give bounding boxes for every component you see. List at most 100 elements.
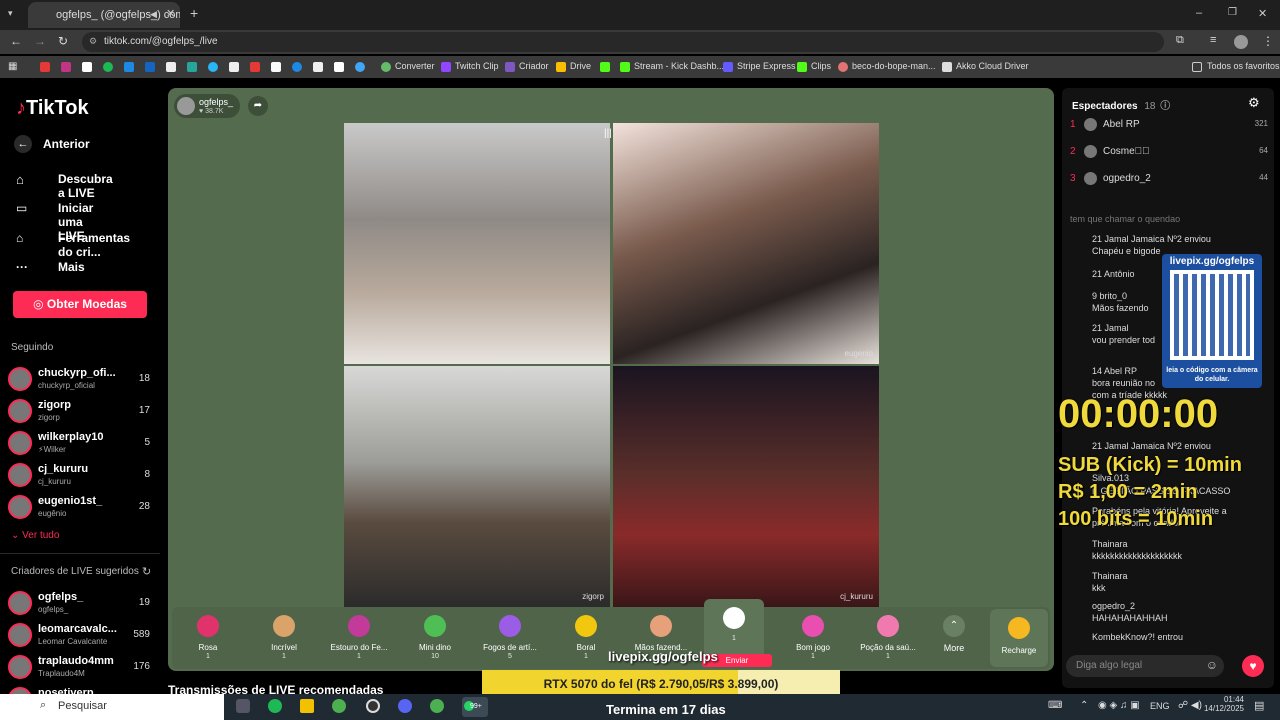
taskbar-search[interactable]: ⌕ Pesquisar	[30, 694, 224, 720]
nav-creator-tools[interactable]: ⌂ Ferramentas do cri...	[16, 231, 130, 259]
language-indicator[interactable]: ENG	[1150, 701, 1170, 711]
notifications-icon[interactable]: ▤	[1254, 699, 1264, 712]
following-item[interactable]: chuckyrp_ofi... chuckyrp_oficial 18	[8, 363, 158, 395]
back-icon[interactable]: ←	[14, 135, 32, 153]
tab-close-icon[interactable]: ✕	[166, 7, 175, 20]
obs-taskbar-icon[interactable]	[366, 699, 380, 713]
reload-icon[interactable]: ↻	[58, 34, 68, 48]
heart-gift-icon[interactable]: ♥	[1242, 655, 1264, 677]
bookmark-clips[interactable]: Clips	[811, 61, 831, 71]
bookmark-icon-7[interactable]	[166, 62, 176, 72]
window-close-icon[interactable]: ✕	[1258, 7, 1267, 20]
extensions-icon[interactable]: ⧉	[1176, 34, 1184, 47]
browser-menu-icon[interactable]: ⋮	[1262, 34, 1274, 48]
bookmark-icon-11[interactable]	[250, 62, 260, 72]
task-view-icon[interactable]	[236, 699, 250, 713]
bookmark-stripe-express[interactable]: Stripe Express	[737, 61, 796, 71]
tiktok-bookmark-icon[interactable]	[229, 62, 239, 72]
telegram-bookmark-icon[interactable]	[208, 62, 218, 72]
browser-tab[interactable]: ogfelps_ (@ogfelps_) come...	[28, 2, 180, 28]
tab-audio-icon[interactable]: ◀	[150, 9, 157, 20]
new-tab-icon[interactable]: +	[190, 5, 198, 21]
suggested-item[interactable]: traplaudo4mm Traplaudo4M 176	[8, 651, 158, 683]
bookmark-drive[interactable]: Drive	[570, 61, 591, 71]
profile-avatar[interactable]	[1234, 35, 1248, 49]
bookmark-icon-13[interactable]	[292, 62, 302, 72]
bookmark-stream-kick[interactable]: Stream - Kick Dashb...	[634, 61, 724, 71]
gift-item[interactable]: Bom jogo 1	[783, 611, 843, 665]
back-link[interactable]: Anterior	[43, 137, 90, 151]
top-viewer-row[interactable]: 3 ogpedro_2 44	[1070, 172, 1268, 185]
bookmark-icon-12[interactable]	[271, 62, 281, 72]
video-tile-zigorp[interactable]: zigorp	[344, 366, 610, 607]
video-tile-host[interactable]	[344, 123, 610, 364]
gift-item[interactable]: Estouro do Fe... 1	[329, 611, 389, 665]
chrome-profile-taskbar-icon[interactable]	[430, 699, 444, 713]
chevron-up-icon[interactable]: ⌃	[1080, 700, 1088, 711]
tiktok-logo[interactable]: ♪TikTok	[16, 97, 89, 120]
following-item[interactable]: wilkerplay10 ⚡Wilker 5	[8, 427, 158, 459]
spotify-taskbar-icon[interactable]	[268, 699, 282, 713]
settings-gear-icon[interactable]: ⚙	[1248, 95, 1260, 111]
gift-item[interactable]: Boral 1	[556, 611, 616, 665]
viewers-header[interactable]: Espectadores 18 ⓘ	[1072, 97, 1170, 112]
gift-item[interactable]: Mini dino 10	[405, 611, 465, 665]
chrome-taskbar-icon[interactable]	[332, 699, 346, 713]
bookmark-twitch-clip[interactable]: Twitch Clip	[455, 61, 499, 71]
share-icon[interactable]: ➦	[248, 96, 268, 116]
see-all-link[interactable]: ⌄ Ver tudo	[11, 530, 59, 541]
media-control-icon[interactable]: ≡	[1210, 34, 1216, 46]
suggested-item[interactable]: ogfelps_ ogfelps_ 19	[8, 587, 158, 619]
tray-icons[interactable]: ◉ ◈ ♫ ▣	[1098, 700, 1140, 711]
suggested-item[interactable]: leomarcavalc... Leomar Cavalcante 589	[8, 619, 158, 651]
following-item[interactable]: eugenio1st_ eugênio 28	[8, 491, 158, 523]
following-item[interactable]: zigorp zigorp 17	[8, 395, 158, 427]
chat-input[interactable]: Diga algo legal ☺	[1066, 655, 1224, 677]
emoji-icon[interactable]: ☺	[1206, 658, 1218, 672]
refresh-icon[interactable]: ↻	[142, 565, 151, 578]
bookmark-converter[interactable]: Converter	[395, 61, 435, 71]
top-viewer-row[interactable]: 1 Abel RP 321	[1070, 118, 1268, 131]
bookmark-beco-do-bope[interactable]: beco-do-bope-man...	[852, 61, 936, 71]
whatsapp-taskbar-icon[interactable]: 99+	[462, 697, 488, 717]
discord-taskbar-icon[interactable]	[398, 699, 412, 713]
bookmark-icon-14[interactable]	[313, 62, 323, 72]
top-viewer-row[interactable]: 2 Cosme   64	[1070, 145, 1268, 158]
all-bookmarks[interactable]: Todos os favoritos	[1207, 61, 1280, 71]
gift-item[interactable]: Fogos de artí... 5	[480, 611, 540, 665]
url-field[interactable]: ⚙ tiktok.com/@ogfelps_/live	[82, 32, 1164, 52]
network-volume-icons[interactable]: ☍ ◀)	[1178, 700, 1202, 711]
restore-icon[interactable]: ❐	[1228, 7, 1237, 18]
recharge-button[interactable]: Recharge	[990, 609, 1048, 667]
minimize-icon[interactable]: –	[1196, 7, 1202, 19]
gift-item[interactable]: Rosa 1	[178, 611, 238, 665]
back-arrow-icon[interactable]: ←	[10, 34, 22, 48]
gift-item[interactable]: Incrível 1	[254, 611, 314, 665]
kick-bookmark-icon[interactable]	[600, 62, 610, 72]
clock[interactable]: 01:44 14/12/2025	[1202, 695, 1244, 713]
x-bookmark-icon[interactable]	[82, 62, 92, 72]
bookmark-akko-cloud[interactable]: Akko Cloud Driver	[956, 61, 1029, 71]
bookmark-icon-5[interactable]	[124, 62, 134, 72]
nav-start-live[interactable]: ▭ Iniciar uma LIVE	[16, 201, 93, 243]
file-explorer-icon[interactable]	[300, 699, 314, 713]
bookmark-icon-6[interactable]	[145, 62, 155, 72]
windows-start-icon[interactable]	[0, 694, 30, 720]
nav-discover-live[interactable]: ⌂ Descubra a LIVE	[16, 172, 113, 200]
apps-grid-icon[interactable]: ▦	[8, 61, 17, 72]
keyboard-icon[interactable]: ⌨	[1048, 700, 1062, 711]
forward-arrow-icon[interactable]: →	[34, 34, 46, 48]
bookmark-icon-15[interactable]	[334, 62, 344, 72]
more-gifts-button[interactable]: ⌃ More	[924, 611, 984, 665]
video-tile-cj-kururu[interactable]: cj_kururu	[613, 366, 879, 607]
video-tile-eugenio[interactable]: eugenio	[613, 123, 879, 364]
tab-list-icon[interactable]: ▾	[8, 8, 20, 20]
instagram-bookmark-icon[interactable]	[61, 62, 71, 72]
bookmark-icon-8[interactable]	[187, 62, 197, 72]
youtube-bookmark-icon[interactable]	[40, 62, 50, 72]
site-info-icon[interactable]: ⚙	[89, 36, 97, 47]
host-badge[interactable]: ogfelps_ ♥ 38.7K	[174, 94, 240, 118]
gift-item[interactable]: Poção da saú... 1	[858, 611, 918, 665]
bookmark-criador[interactable]: Criador	[519, 61, 549, 71]
get-coins-button[interactable]: ◎ Obter Moedas	[13, 291, 147, 318]
